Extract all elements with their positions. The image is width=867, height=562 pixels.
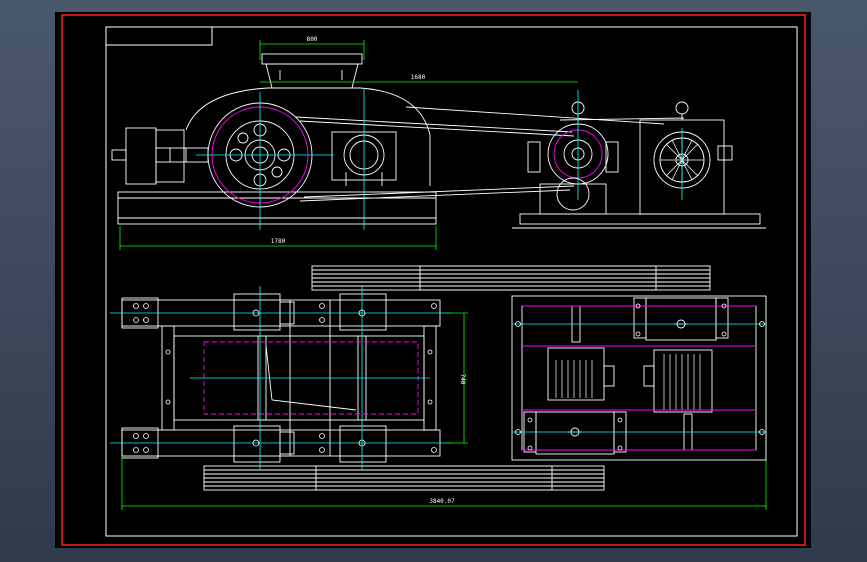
title-block <box>105 26 213 46</box>
front-view <box>111 53 766 229</box>
dim-overall-length: 3840.07 <box>429 498 455 505</box>
plan-dimensions <box>121 300 767 510</box>
plan-center-lines <box>110 286 452 470</box>
dim-top-width: 800 <box>307 36 318 43</box>
motor-plan-bolts <box>515 303 765 451</box>
motor-plan-view <box>511 295 767 461</box>
cad-drawing: 800 1680 1780 740 3840.07 <box>61 14 806 546</box>
outer-frame <box>61 14 806 546</box>
motor-plan-center-lines <box>512 323 766 433</box>
dim-base-length: 1780 <box>271 238 286 245</box>
dim-center-distance: 1680 <box>411 74 426 81</box>
cad-viewport[interactable]: 800 1680 1780 740 3840.07 <box>0 0 867 562</box>
dim-side-height: 740 <box>459 374 466 385</box>
front-dimensions <box>119 40 578 250</box>
motor-plan-hidden-lines <box>522 305 756 451</box>
